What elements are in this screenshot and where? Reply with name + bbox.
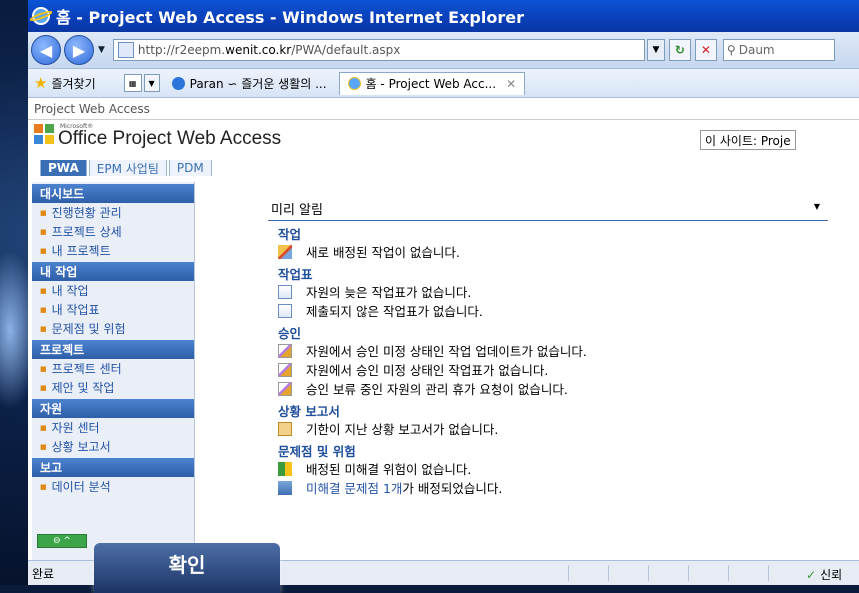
browser-window: 홈 - Project Web Access - Windows Interne… xyxy=(28,0,859,585)
status-text: 완료 xyxy=(32,567,55,581)
favorites-star-icon[interactable]: ★ xyxy=(34,74,47,92)
section-header[interactable]: 승인 xyxy=(278,326,828,341)
section-issues-risks: 문제점 및 위험 배정된 미해결 위험이 없습니다. 미해결 문제점 1개 가 배… xyxy=(268,444,828,497)
nav-item[interactable]: 프로젝트 상세 xyxy=(32,222,194,241)
favorites-label[interactable]: 즐겨찾기 xyxy=(51,75,95,92)
section-header[interactable]: 작업 xyxy=(278,227,828,242)
site-header: Microsoft® Office Project Web Access 이 사… xyxy=(28,120,859,160)
nav-header-dashboard[interactable]: 대시보드 xyxy=(32,184,194,203)
search-icon: ⚲ xyxy=(726,43,736,57)
section-task: 작업 새로 배정된 작업이 없습니다. xyxy=(268,227,828,261)
history-dropdown-icon[interactable]: ▼ xyxy=(98,45,105,55)
approval-icon xyxy=(278,381,292,396)
reminders-panel: 미리 알림 ▼ 작업 새로 배정된 작업이 없습니다. 작업표 자원의 늦은 작… xyxy=(268,196,828,556)
reminder-line: 배정된 미해결 위험이 없습니다. xyxy=(278,459,828,478)
section-status-report: 상황 보고서 기한이 지난 상황 보고서가 없습니다. xyxy=(268,404,828,438)
nav-header-reports[interactable]: 보고 xyxy=(32,458,194,477)
nav-item[interactable]: 내 작업표 xyxy=(32,300,194,319)
reminder-line: 미해결 문제점 1개 가 배정되었습니다. xyxy=(278,478,828,497)
green-indicator-tab[interactable]: ⊖ ^ xyxy=(37,534,87,548)
section-approval: 승인 자원에서 승인 미정 상태인 작업 업데이트가 없습니다. 자원에서 승인… xyxy=(268,326,828,398)
quick-launch: 대시보드 진행현황 관리 프로젝트 상세 내 프로젝트 내 작업 내 작업 내 … xyxy=(32,182,195,560)
approval-icon xyxy=(278,343,292,358)
url-text: http://r2eepm.wenit.co.kr/PWA/default.as… xyxy=(137,43,401,57)
section-timesheet: 작업표 자원의 늦은 작업표가 없습니다. 제출되지 않은 작업표가 없습니다. xyxy=(268,267,828,320)
issue-link[interactable]: 미해결 문제점 1개 xyxy=(306,478,402,497)
ie-tab-icon xyxy=(347,77,361,90)
tab-pdm[interactable]: PDM xyxy=(168,159,212,176)
section-header[interactable]: 작업표 xyxy=(278,267,828,282)
forward-button[interactable]: ▶ xyxy=(64,35,94,65)
quick-tabs-icon[interactable]: ▦ xyxy=(123,74,142,92)
reminder-line: 새로 배정된 작업이 없습니다. xyxy=(278,242,828,261)
nav-item[interactable]: 진행현황 관리 xyxy=(32,203,194,222)
site-title: Office Project Web Access xyxy=(58,128,282,149)
tab-pwa[interactable]: PWA xyxy=(40,159,87,176)
search-input[interactable]: ⚲ Daum xyxy=(722,39,835,61)
nav-item[interactable]: 자원 센터 xyxy=(32,418,194,437)
office-logo-icon xyxy=(34,124,54,144)
reminder-line: 자원에서 승인 미정 상태인 작업표가 없습니다. xyxy=(278,360,828,379)
nav-item[interactable]: 제안 및 작업 xyxy=(32,378,194,397)
approval-icon xyxy=(278,362,292,377)
address-bar: ◀ ▶ ▼ http://r2eepm.wenit.co.kr/PWA/defa… xyxy=(28,32,859,69)
refresh-icon[interactable]: ↻ xyxy=(668,39,691,61)
nav-item[interactable]: 프로젝트 센터 xyxy=(32,359,194,378)
timesheet-icon xyxy=(278,303,292,318)
reminder-line: 자원에서 승인 미정 상태인 작업 업데이트가 없습니다. xyxy=(278,341,828,360)
timesheet-icon xyxy=(278,284,292,299)
nav-item[interactable]: 문제점 및 위험 xyxy=(32,319,194,338)
status-report-icon xyxy=(278,421,292,436)
risk-icon xyxy=(278,461,292,476)
nav-item[interactable]: 내 작업 xyxy=(32,281,194,300)
tab-list-dropdown-icon[interactable]: ▼ xyxy=(143,74,160,92)
security-zone[interactable]: ✓ 신뢰 xyxy=(806,566,842,583)
site-search-scope[interactable]: 이 사이트: Proje xyxy=(700,130,796,150)
back-button[interactable]: ◀ xyxy=(31,35,61,65)
close-tab-icon[interactable]: ✕ xyxy=(506,77,516,91)
check-icon: ✓ xyxy=(806,567,817,582)
url-dropdown-icon[interactable]: ▼ xyxy=(646,39,665,61)
tab-pwa-home[interactable]: 홈 - Project Web Acc... ✕ xyxy=(338,71,526,95)
ie-logo-icon xyxy=(32,7,50,25)
tab-paran[interactable]: Paran ∽ 즐거운 생활의 ... xyxy=(164,72,335,94)
nav-item[interactable]: 상황 보고서 xyxy=(32,437,194,456)
nav-item[interactable]: 내 프로젝트 xyxy=(32,241,194,260)
favorites-bar: ★ 즐겨찾기 ▦ ▼ Paran ∽ 즐거운 생활의 ... 홈 - Proje… xyxy=(28,69,859,98)
reminders-title: 미리 알림 xyxy=(271,203,323,218)
reminder-line: 자원의 늦은 작업표가 없습니다. xyxy=(278,282,828,301)
reminders-menu-icon[interactable]: ▼ xyxy=(814,202,820,211)
reminders-header: 미리 알림 ▼ xyxy=(268,196,828,221)
breadcrumb[interactable]: Project Web Access xyxy=(28,98,859,120)
issue-icon xyxy=(278,480,292,495)
reminder-line: 제출되지 않은 작업표가 없습니다. xyxy=(278,301,828,320)
window-title: 홈 - Project Web Access - Windows Interne… xyxy=(56,8,524,27)
nav-item[interactable]: 데이터 분석 xyxy=(32,477,194,496)
paran-icon xyxy=(171,76,185,90)
task-icon xyxy=(278,244,292,259)
reminder-line: 승인 보류 중인 자원의 관리 휴가 요청이 없습니다. xyxy=(278,379,828,398)
page-icon xyxy=(117,42,134,58)
tab-epm[interactable]: EPM 사업팀 xyxy=(88,159,167,176)
nav-header-my-work[interactable]: 내 작업 xyxy=(32,262,194,281)
confirm-button[interactable]: 확인 xyxy=(94,543,280,593)
url-field[interactable]: http://r2eepm.wenit.co.kr/PWA/default.as… xyxy=(112,39,645,61)
nav-header-projects[interactable]: 프로젝트 xyxy=(32,340,194,359)
section-header[interactable]: 상황 보고서 xyxy=(278,404,828,419)
section-header[interactable]: 문제점 및 위험 xyxy=(278,444,828,459)
reminder-line: 기한이 지난 상황 보고서가 없습니다. xyxy=(278,419,828,438)
stop-icon[interactable]: ✕ xyxy=(694,39,717,61)
title-bar: 홈 - Project Web Access - Windows Interne… xyxy=(28,0,859,32)
page-content: 대시보드 진행현황 관리 프로젝트 상세 내 프로젝트 내 작업 내 작업 내 … xyxy=(28,176,859,560)
nav-header-resources[interactable]: 자원 xyxy=(32,399,194,418)
